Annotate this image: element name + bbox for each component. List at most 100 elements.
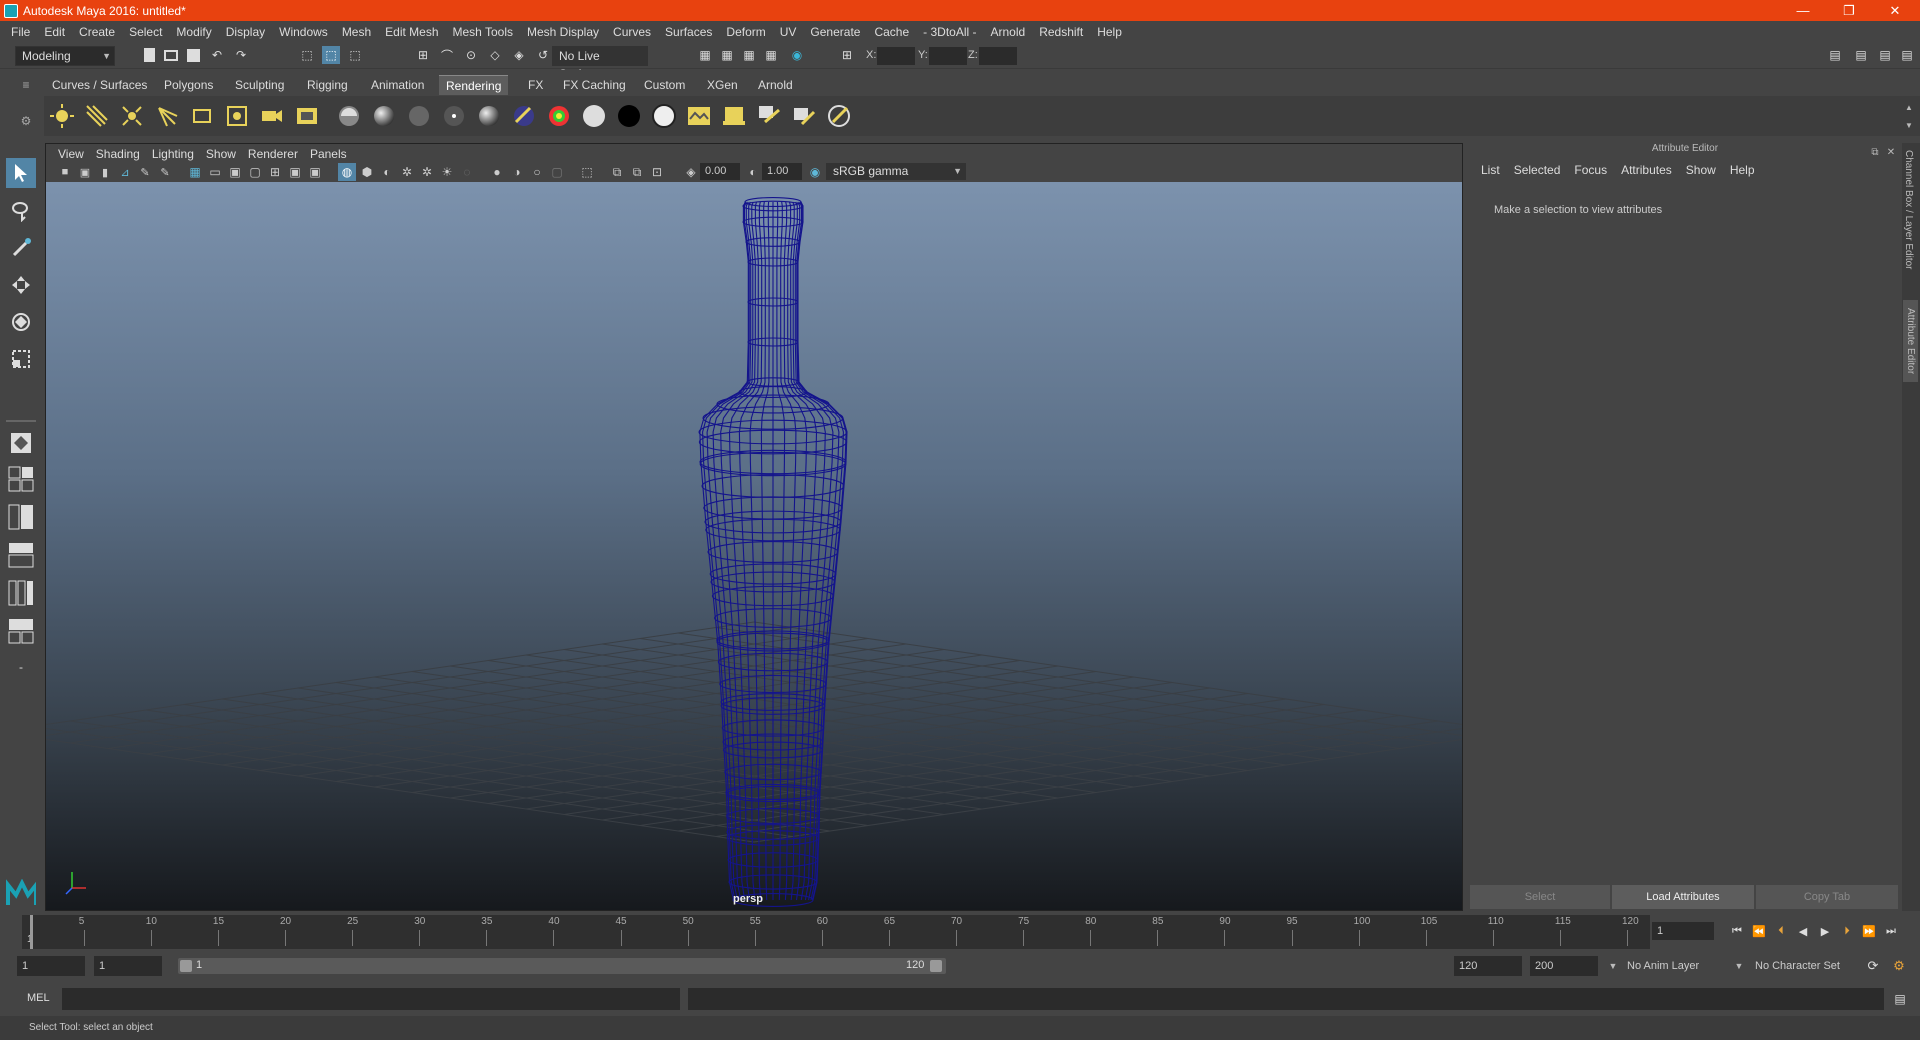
current-time-indicator[interactable] — [30, 915, 33, 949]
go-to-end-icon[interactable]: ⏭ — [1882, 922, 1900, 940]
viewport-menu-show[interactable]: Show — [200, 147, 242, 161]
shelf-tab-rendering[interactable]: Rendering — [439, 75, 509, 95]
safe-title-icon[interactable]: ▣ — [306, 163, 324, 181]
select-objects-icon[interactable]: ⬚ — [322, 46, 340, 64]
shelf-scroll-down-icon[interactable]: ▼ — [1900, 116, 1918, 134]
scale-tool-icon[interactable] — [6, 344, 36, 374]
render-setup-icon[interactable] — [293, 102, 321, 130]
film-gate-icon[interactable]: ▭ — [206, 163, 224, 181]
current-frame-input[interactable]: 1 — [1652, 922, 1714, 940]
volume-light-icon[interactable] — [223, 102, 251, 130]
render-frame-icon[interactable]: ▦ — [718, 46, 736, 64]
close-panel-icon[interactable]: ✕ — [1882, 143, 1900, 161]
channel-box-tab[interactable]: Channel Box / Layer Editor — [1903, 150, 1914, 270]
menu-uv[interactable]: UV — [773, 25, 804, 39]
gate-mask-icon[interactable]: ▢ — [246, 163, 264, 181]
ambient-light-icon[interactable] — [48, 102, 76, 130]
gamma-input[interactable]: 1.00 — [762, 163, 802, 180]
menu-file[interactable]: File — [4, 25, 37, 39]
viewport-menu-view[interactable]: View — [52, 147, 90, 161]
menu-mesh[interactable]: Mesh — [335, 25, 378, 39]
smooth-shade-icon[interactable]: ⬢ — [358, 163, 376, 181]
minimize-button[interactable]: — — [1780, 0, 1826, 21]
batch-render-icon[interactable] — [790, 102, 818, 130]
viewport-menu-shading[interactable]: Shading — [90, 147, 146, 161]
hypershade-shelf-icon[interactable] — [825, 102, 853, 130]
step-back-frame-icon[interactable]: ⏪ — [1750, 922, 1768, 940]
area-light-icon[interactable] — [188, 102, 216, 130]
menu-modify[interactable]: Modify — [169, 25, 218, 39]
viewport-menu-lighting[interactable]: Lighting — [146, 147, 200, 161]
render-view-window-icon[interactable] — [755, 102, 783, 130]
multisample-aa-icon[interactable]: ◑ — [508, 163, 526, 181]
shelf-menu-icon[interactable]: ≡ — [17, 76, 35, 94]
snap-view-plane-icon[interactable]: ◇ — [486, 46, 504, 64]
close-button[interactable]: ✕ — [1872, 0, 1918, 21]
xray-icon[interactable]: ⬚ — [578, 163, 596, 181]
step-forward-key-icon[interactable]: ⏵ — [1838, 922, 1856, 940]
camera-attributes-icon[interactable]: ▣ — [76, 163, 94, 181]
playback-start-input[interactable]: 1 — [94, 956, 162, 976]
use-all-lights-icon[interactable]: ✲ — [418, 163, 436, 181]
viewport-menu-renderer[interactable]: Renderer — [242, 147, 304, 161]
redo-icon[interactable]: ↷ — [232, 46, 250, 64]
script-editor-icon[interactable]: ▤ — [1891, 990, 1909, 1008]
xray-joints-icon[interactable]: ⧉ — [628, 163, 646, 181]
select-components-icon[interactable]: ⬚ — [346, 46, 364, 64]
layered-shader-icon[interactable] — [510, 102, 538, 130]
shelf-options-icon[interactable]: ⚙ — [17, 112, 35, 130]
play-forwards-icon[interactable]: ▶ — [1816, 922, 1834, 940]
grid-toggle-icon[interactable]: ▦ — [186, 163, 204, 181]
menu-deform[interactable]: Deform — [719, 25, 772, 39]
shadows-icon[interactable]: ☀ — [438, 163, 456, 181]
load-attributes-button[interactable]: Load Attributes — [1612, 885, 1754, 909]
resolution-gate-icon[interactable]: ▣ — [226, 163, 244, 181]
motion-blur-icon[interactable]: ● — [488, 163, 506, 181]
new-scene-icon[interactable] — [140, 46, 158, 64]
select-hierarchy-icon[interactable]: ⬚ — [298, 46, 316, 64]
phonge-shader-icon[interactable] — [440, 102, 468, 130]
step-back-key-icon[interactable]: ⏴ — [1772, 922, 1790, 940]
viewport-3d-scene[interactable] — [46, 182, 1462, 910]
snap-curve-icon[interactable]: ⌒ — [438, 46, 456, 64]
move-tool-icon[interactable] — [6, 270, 36, 300]
point-light-icon[interactable] — [118, 102, 146, 130]
menu-cache[interactable]: Cache — [867, 25, 916, 39]
bottle-wireframe-mesh[interactable] — [698, 196, 848, 907]
phong-shader-icon[interactable] — [405, 102, 433, 130]
exposure-icon[interactable]: ◈ — [682, 163, 700, 181]
xray-active-components-icon[interactable]: ⧉ — [608, 163, 626, 181]
shelf-tab-sculpting[interactable]: Sculpting — [228, 75, 291, 95]
time-slider[interactable] — [22, 915, 1650, 949]
attr-menu-show[interactable]: Show — [1679, 163, 1723, 177]
wireframe-toggle-icon[interactable]: ◍ — [338, 163, 356, 181]
menu-edit-mesh[interactable]: Edit Mesh — [378, 25, 445, 39]
shelf-tab-rigging[interactable]: Rigging — [300, 75, 355, 95]
shelf-tab-animation[interactable]: Animation — [364, 75, 431, 95]
lambert-shader-icon[interactable] — [335, 102, 363, 130]
auto-key-icon[interactable]: ⟳ — [1864, 957, 1882, 975]
menu-edit[interactable]: Edit — [37, 25, 72, 39]
live-surface-field[interactable]: No Live Surface — [552, 46, 648, 81]
attr-menu-attributes[interactable]: Attributes — [1614, 163, 1679, 177]
backface-culling-icon[interactable]: ⊡ — [648, 163, 666, 181]
menu-select[interactable]: Select — [122, 25, 169, 39]
shelf-tab-fx[interactable]: FX — [521, 75, 550, 95]
go-to-start-icon[interactable]: ⏮ — [1728, 922, 1746, 940]
directional-light-icon[interactable] — [83, 102, 111, 130]
range-slider[interactable]: 1 120 — [178, 958, 946, 974]
outliner-persp-layout-icon[interactable] — [6, 616, 36, 646]
exposure-input[interactable]: 0.00 — [700, 163, 740, 180]
render-settings-icon[interactable]: ▦ — [696, 46, 714, 64]
shading-map-icon[interactable] — [650, 102, 678, 130]
range-end-handle[interactable] — [930, 960, 942, 972]
chevron-down-icon[interactable]: ▼ — [1604, 957, 1622, 975]
menu-help[interactable]: Help — [1090, 25, 1129, 39]
custom-layout-icon[interactable]: - — [6, 652, 36, 682]
select-tool-icon[interactable] — [6, 158, 36, 188]
copy-tab-button[interactable]: Copy Tab — [1756, 885, 1898, 909]
x-coordinate-input[interactable] — [877, 47, 915, 65]
render-current-frame-icon[interactable] — [685, 102, 713, 130]
channel-box-toggle-icon[interactable]: ▤ — [1898, 46, 1916, 64]
gamma-icon[interactable]: ◐ — [744, 163, 762, 181]
